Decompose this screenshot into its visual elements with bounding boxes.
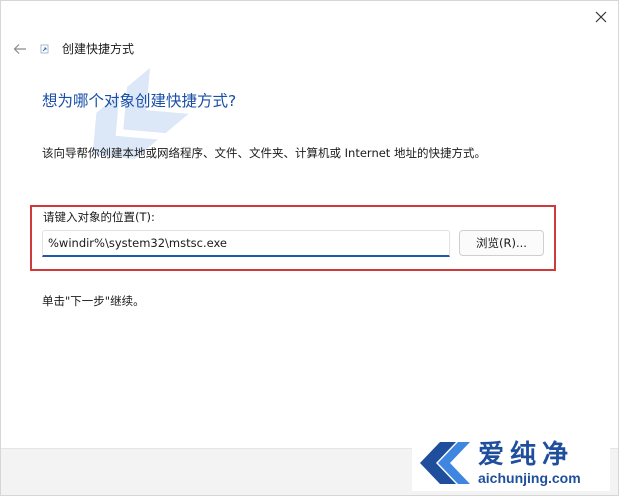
watermark-brand: 爱纯净 bbox=[478, 440, 575, 470]
shortcut-wizard-icon bbox=[40, 44, 49, 54]
wizard-title: 创建快捷方式 bbox=[62, 42, 135, 56]
close-button[interactable] bbox=[588, 5, 614, 29]
back-button[interactable] bbox=[10, 39, 30, 59]
page-heading: 想为哪个对象创建快捷方式? bbox=[42, 92, 237, 110]
close-icon bbox=[595, 11, 607, 23]
location-label: 请键入对象的位置(T): bbox=[43, 210, 155, 224]
back-arrow-icon bbox=[13, 44, 26, 54]
browse-button[interactable]: 浏览(R)... bbox=[459, 230, 544, 256]
watermark-corner: 爱纯净 aichunjing.com bbox=[412, 435, 610, 491]
watermark-domain: aichunjing.com bbox=[478, 470, 581, 486]
continue-hint: 单击"下一步"继续。 bbox=[42, 294, 145, 308]
watermark-center-logo bbox=[92, 67, 189, 159]
page-description: 该向导帮你创建本地或网络程序、文件、文件夹、计算机或 Internet 地址的快… bbox=[42, 146, 486, 160]
aichunjing-logo bbox=[420, 442, 470, 484]
create-shortcut-window: 创建快捷方式 想为哪个对象创建快捷方式? 该向导帮你创建本地或网络程序、文件、文… bbox=[0, 0, 619, 496]
location-input[interactable] bbox=[42, 230, 450, 257]
